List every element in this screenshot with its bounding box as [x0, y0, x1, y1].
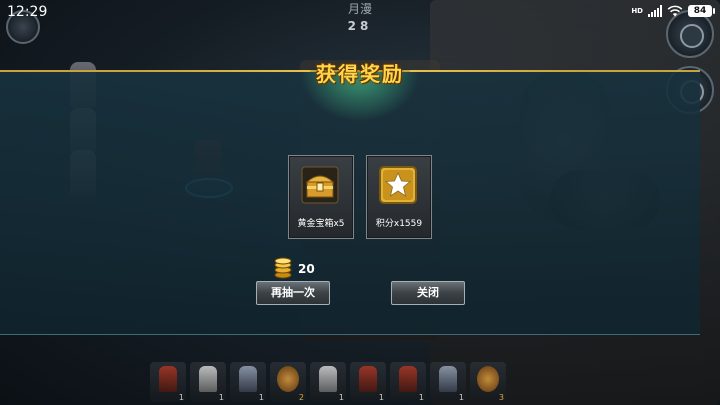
star-points-icon: [379, 166, 417, 204]
unit-slot[interactable]: 1: [430, 362, 466, 402]
unit-count: 2: [298, 393, 304, 402]
unit-slot[interactable]: 1: [390, 362, 426, 402]
reward-item-label: 黄金宝箱x5: [297, 219, 345, 229]
white-horse-icon: [319, 366, 337, 392]
reward-item-gold-chest[interactable]: 黄金宝箱x5: [288, 155, 354, 239]
unit-count: 1: [218, 393, 224, 402]
shield-icon: [277, 366, 299, 392]
unit-count: 1: [378, 393, 384, 402]
shield-icon: [477, 366, 499, 392]
gold-coin-icon: [274, 257, 292, 279]
unit-count: 1: [178, 393, 184, 402]
battery-icon: 84: [688, 5, 715, 17]
reward-item-points[interactable]: 积分x1559: [366, 155, 432, 239]
unit-slot[interactable]: 1: [150, 362, 186, 402]
unit-slot[interactable]: 3: [470, 362, 506, 402]
signal-icon: [648, 5, 662, 17]
red-cavalry-icon: [159, 366, 177, 392]
unit-slot[interactable]: 2: [270, 362, 306, 402]
red-cavalry-icon: [359, 366, 377, 392]
wifi-icon: [667, 5, 683, 17]
status-time: 12:29: [7, 4, 48, 20]
draw-cost-amount: 20: [298, 262, 315, 276]
unit-count: 3: [498, 393, 504, 402]
draw-again-button[interactable]: 再抽一次: [256, 281, 330, 305]
dialog-title: 获得奖励: [316, 62, 404, 86]
unit-count: 1: [338, 393, 344, 402]
unit-slot[interactable]: 1: [190, 362, 226, 402]
unit-count: 1: [458, 393, 464, 402]
unit-count: 1: [258, 393, 264, 402]
unit-count: 1: [418, 393, 424, 402]
status-icons: HD 84: [631, 5, 715, 17]
status-bar: 12:29 HD 84: [0, 0, 720, 26]
reward-item-label: 积分x1559: [375, 219, 423, 229]
knight-icon: [239, 366, 257, 392]
knight-icon: [439, 366, 457, 392]
close-button[interactable]: 关闭: [391, 281, 465, 305]
unit-slot[interactable]: 1: [310, 362, 346, 402]
white-horse-icon: [199, 366, 217, 392]
gold-chest-icon: [301, 166, 339, 204]
red-cavalry-icon: [399, 366, 417, 392]
unit-slot[interactable]: 1: [230, 362, 266, 402]
network-type-label: HD: [631, 6, 643, 15]
camera-icon: [680, 24, 704, 48]
unit-tray: 1 1 1 2 1 1 1 1 3: [150, 362, 540, 405]
unit-slot[interactable]: 1: [350, 362, 386, 402]
